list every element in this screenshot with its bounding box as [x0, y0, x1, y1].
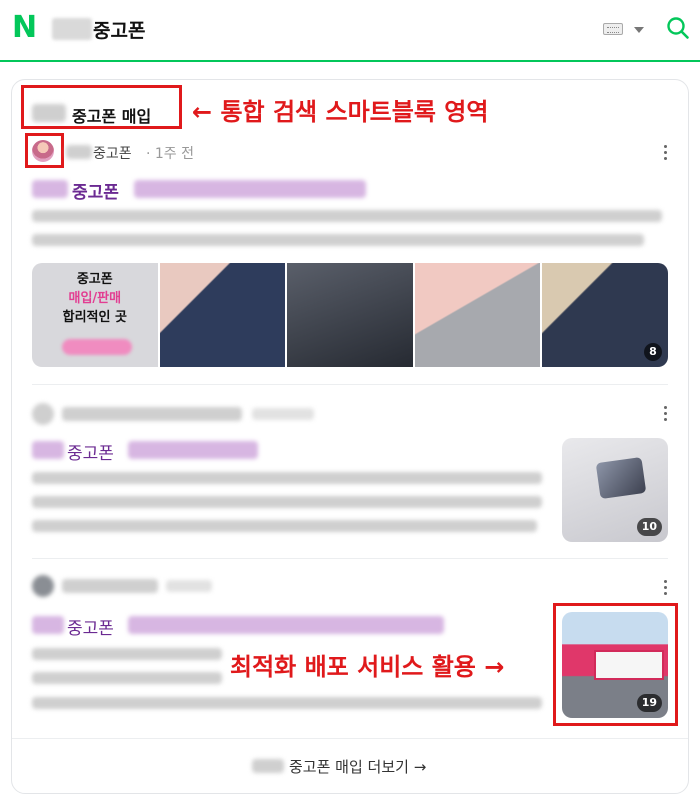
post-title-keyword[interactable]: 중고폰: [67, 439, 114, 464]
date-blurred: [252, 408, 314, 420]
more-link-blurred-prefix: [252, 759, 284, 773]
avatar[interactable]: [32, 575, 54, 597]
annotation-box-avatar: [25, 133, 64, 168]
post-title-blurred-prefix: [32, 180, 68, 198]
thumbnail-image[interactable]: [287, 263, 413, 367]
post-snippet-line: [32, 234, 644, 246]
thumbnail-image[interactable]: 10: [562, 438, 668, 542]
search-query[interactable]: 중고폰: [93, 16, 145, 43]
annotation-box-title: [21, 85, 182, 129]
more-options-icon[interactable]: [664, 406, 668, 422]
keyboard-icon[interactable]: [603, 23, 623, 35]
post-title-keyword[interactable]: 중고폰: [67, 614, 114, 639]
author-blurred: [62, 579, 158, 593]
post-snippet-line: [32, 210, 662, 222]
divider: [32, 558, 668, 559]
thumbnail-image[interactable]: [414, 263, 541, 367]
post-snippet-line: [32, 697, 542, 709]
thumbnail-caption: 매입/판매: [68, 291, 122, 306]
thumbnail-caption: 합리적인 곳: [62, 310, 127, 325]
post-title-blurred-rest: [134, 180, 366, 198]
post-snippet-line: [32, 648, 222, 660]
annotation-box-thumbnail: [553, 603, 678, 726]
thumbnail-image[interactable]: 8: [542, 263, 668, 367]
post-title-keyword[interactable]: 중고폰: [72, 178, 119, 203]
post-title-blurred-rest: [128, 616, 444, 634]
post-date: · 1주 전: [146, 146, 195, 162]
post-title-blurred-rest: [128, 441, 258, 459]
query-blurred-prefix: [52, 18, 92, 40]
post-snippet-line: [32, 472, 542, 484]
avatar[interactable]: [32, 403, 54, 425]
post-title-blurred-prefix: [32, 441, 64, 459]
image-count-badge: 8: [643, 343, 662, 361]
more-link[interactable]: 중고폰 매입 더보기 →: [289, 756, 426, 777]
divider: [12, 738, 688, 739]
author-name[interactable]: 중고폰: [93, 143, 132, 163]
divider: [32, 384, 668, 385]
more-options-icon[interactable]: [664, 580, 668, 596]
search-header: N 중고폰: [0, 0, 700, 62]
thumbnail-blurred-contact: [62, 339, 132, 355]
chevron-down-icon[interactable]: [634, 27, 644, 33]
post-snippet-line: [32, 672, 222, 684]
image-count-badge: 10: [636, 518, 662, 536]
author-blurred-prefix: [66, 145, 92, 159]
thumbnail-image[interactable]: 중고폰 매입/판매 합리적인 곳: [32, 263, 158, 367]
post-title-blurred-prefix: [32, 616, 64, 634]
thumbnail-caption: 중고폰: [76, 272, 113, 287]
phone-photo: [595, 456, 647, 500]
thumbnail-image[interactable]: [159, 263, 286, 367]
annotation-smartblock: ← 통합 검색 스마트블록 영역: [192, 98, 489, 126]
post-snippet-line: [32, 496, 542, 508]
annotation-distribution: 최적화 배포 서비스 활용 →: [230, 653, 505, 681]
image-strip[interactable]: 중고폰 매입/판매 합리적인 곳 8: [32, 263, 668, 367]
post-snippet-line: [32, 520, 537, 532]
author-blurred: [62, 407, 242, 421]
naver-logo[interactable]: N: [12, 13, 38, 43]
more-options-icon[interactable]: [664, 145, 668, 161]
date-blurred: [166, 580, 212, 592]
search-icon[interactable]: [666, 16, 690, 40]
